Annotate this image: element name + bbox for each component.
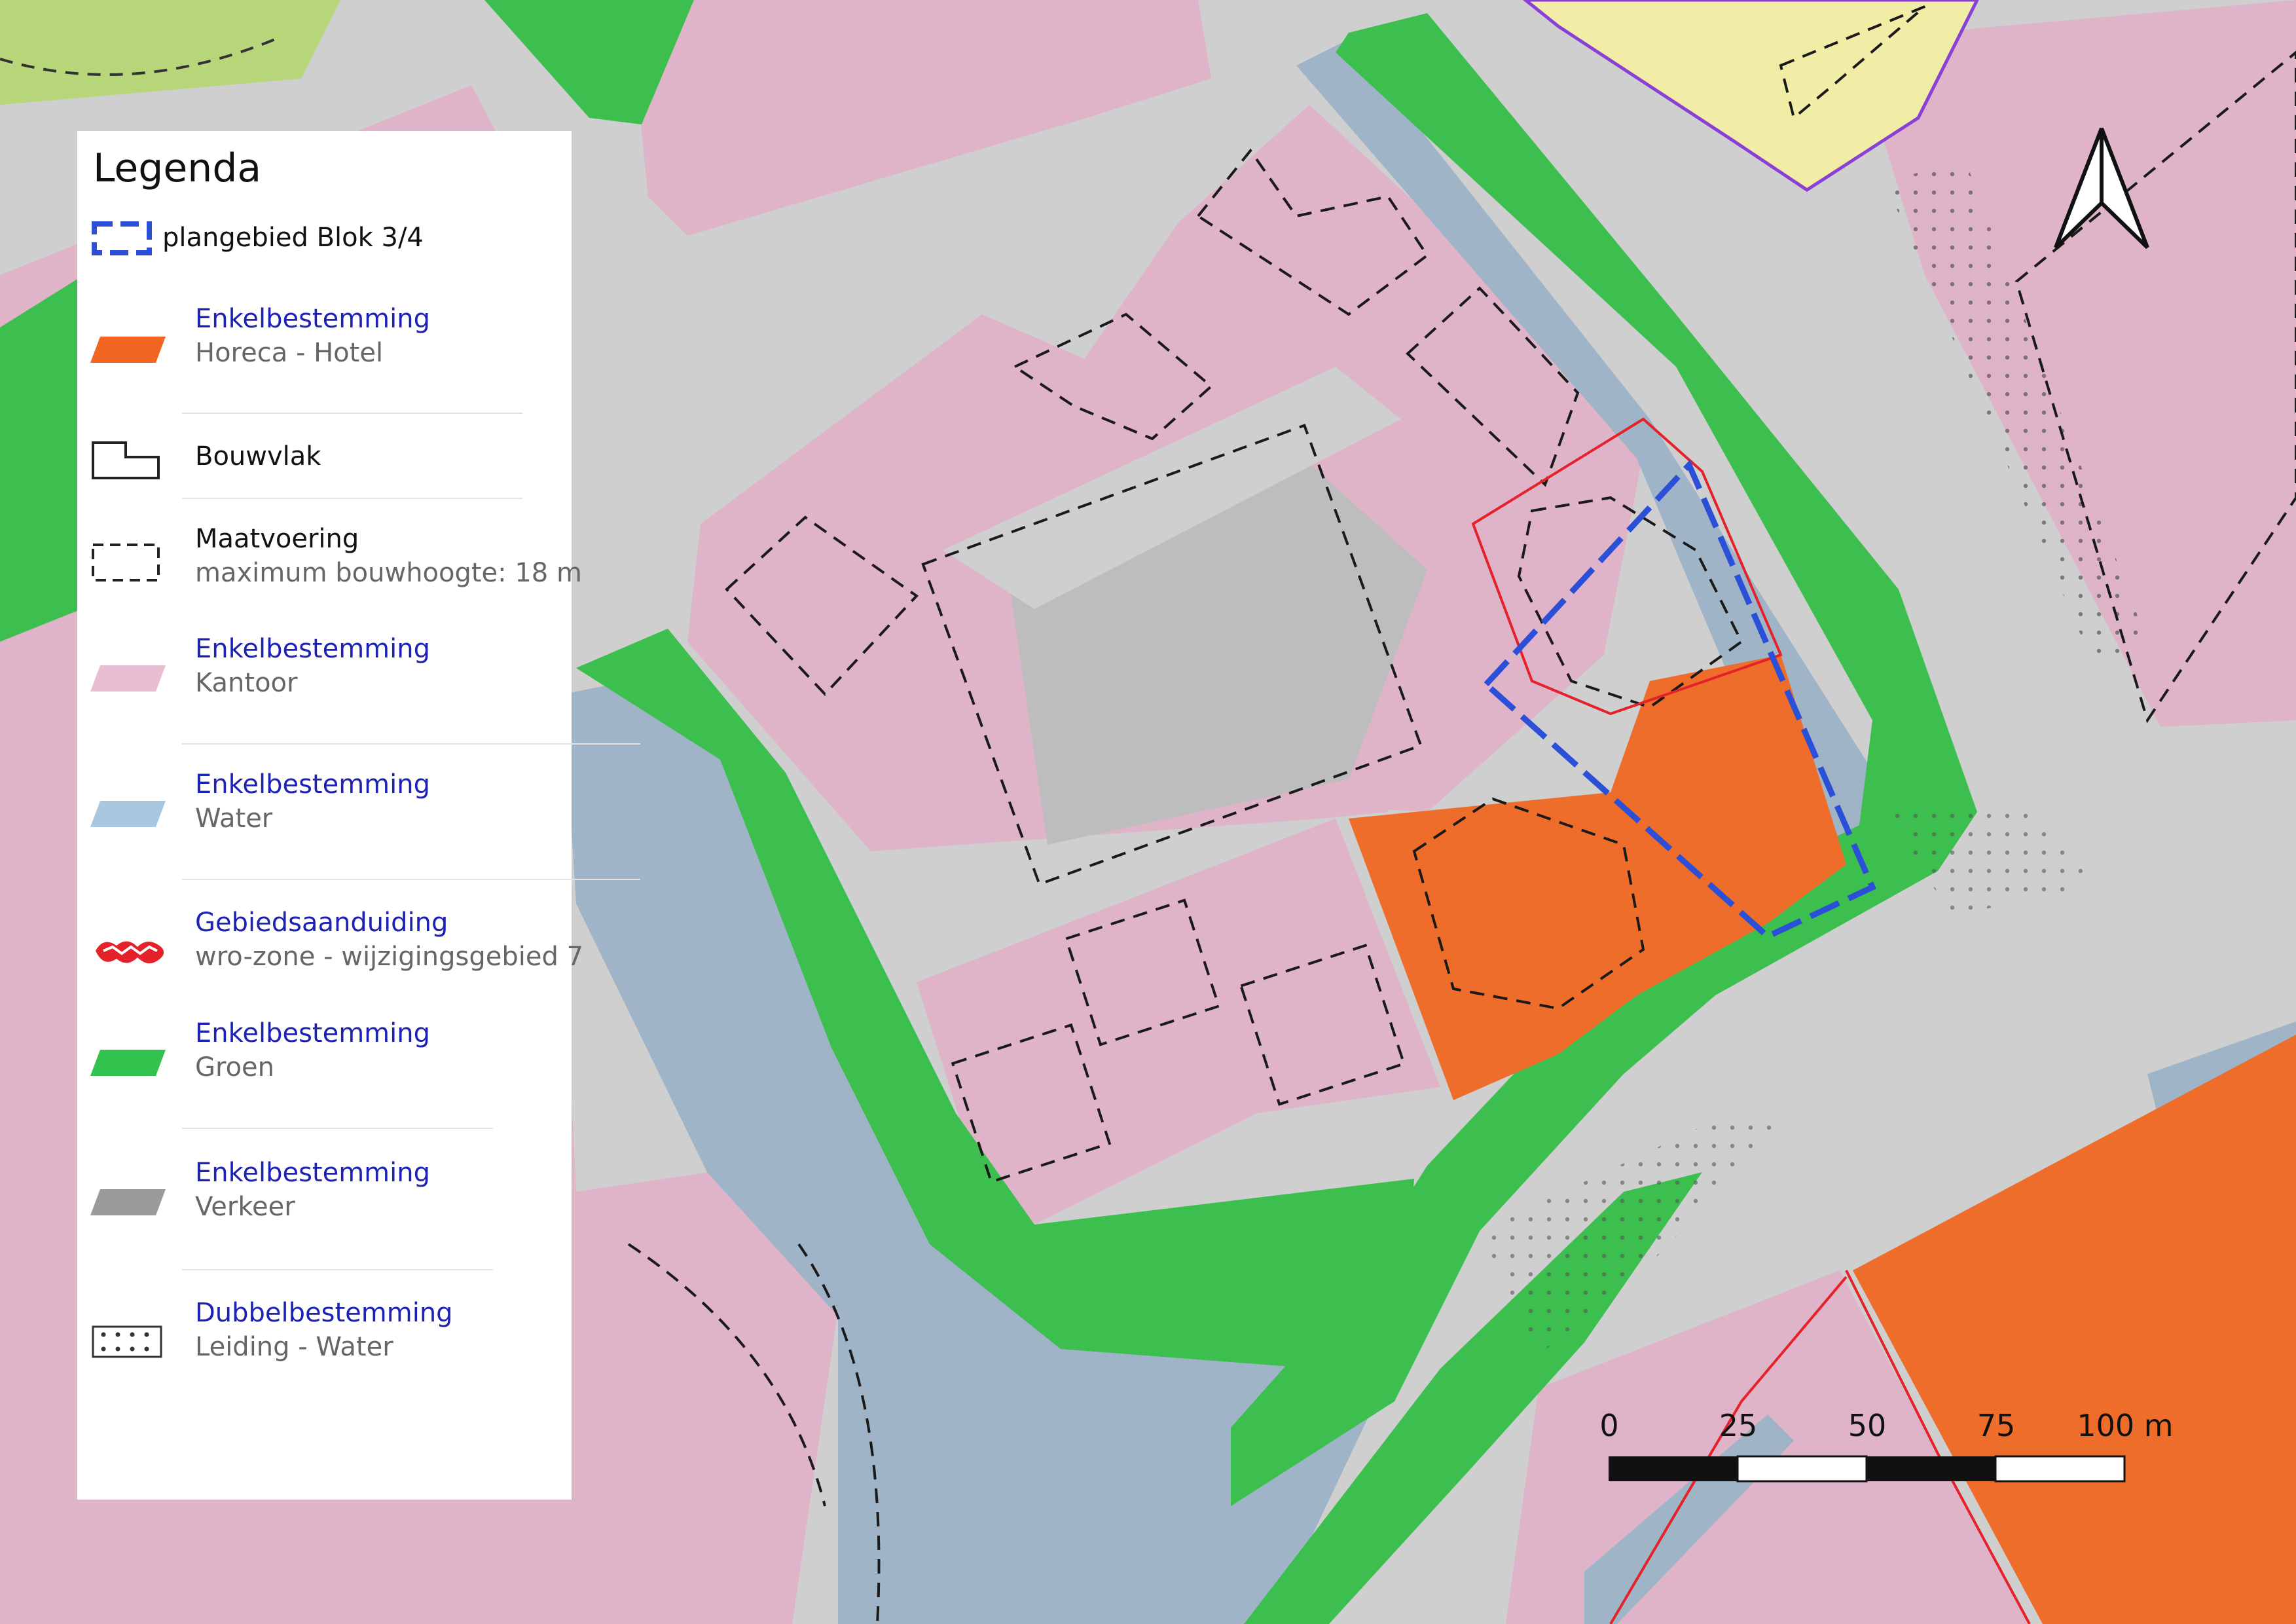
- scale-bar-graphic: [1609, 1455, 2126, 1483]
- scale-label-100: 100 m: [2077, 1408, 2174, 1443]
- scale-label-75: 75: [1977, 1408, 2016, 1443]
- legend-label-kantoor: Kantoor: [195, 668, 298, 698]
- legend-category-maatvoering: Maatvoering: [195, 524, 359, 554]
- groen-swatch-icon: [90, 1050, 166, 1076]
- legend-separator: [182, 1269, 493, 1270]
- legend-category-groen: Enkelbestemming: [195, 1018, 431, 1048]
- legend-label-bouwvlak: Bouwvlak: [195, 441, 321, 471]
- wro-zone-swatch-icon: [96, 941, 164, 964]
- legend-label-plangebied: plangebied Blok 3/4: [162, 223, 424, 253]
- water-swatch-icon: [90, 801, 166, 827]
- maatvoering-icon: [92, 544, 160, 581]
- legend-label-leiding: Leiding - Water: [195, 1332, 393, 1362]
- legend-separator: [182, 498, 522, 499]
- kantoor-swatch-icon: [90, 665, 166, 692]
- legend-panel: Legenda plangebied Blok 3/4 Enkelbestemm…: [77, 131, 640, 1500]
- leiding-swatch-icon: [92, 1325, 162, 1358]
- hotel-swatch-icon: [90, 337, 166, 363]
- plangebied-icon: [92, 221, 152, 255]
- north-arrow-icon: [2049, 124, 2154, 258]
- legend-separator: [182, 1128, 493, 1129]
- legend-separator: [182, 413, 522, 414]
- legend-label-groen: Groen: [195, 1052, 274, 1082]
- legend-category-kantoor: Enkelbestemming: [195, 634, 431, 664]
- legend-label-maatvoering: maximum bouwhoogte: 18 m: [195, 558, 582, 588]
- legend-label-hotel: Horeca - Hotel: [195, 338, 384, 368]
- legend-category-leiding: Dubbelbestemming: [195, 1298, 453, 1328]
- scale-bar: 0 25 50 75 100 m: [1599, 1408, 2174, 1493]
- bouwvlak-icon: [92, 441, 160, 479]
- legend-label-gebiedsaanduiding: wro-zone - wijzigingsgebied 7: [195, 942, 584, 972]
- scale-label-25: 25: [1719, 1408, 1758, 1443]
- legend-category-hotel: Enkelbestemming: [195, 304, 431, 334]
- legend-category-water: Enkelbestemming: [195, 769, 431, 800]
- legend-title: Legenda: [93, 145, 262, 191]
- legend-category-verkeer: Enkelbestemming: [195, 1158, 431, 1188]
- legend-category-gebiedsaanduiding: Gebiedsaanduiding: [195, 908, 448, 938]
- scale-label-0: 0: [1599, 1408, 1619, 1443]
- legend-separator: [182, 743, 640, 745]
- verkeer-swatch-icon: [90, 1189, 166, 1215]
- legend-label-water: Water: [195, 803, 273, 834]
- scale-label-50: 50: [1848, 1408, 1887, 1443]
- legend-label-verkeer: Verkeer: [195, 1192, 295, 1222]
- legend-separator: [182, 879, 640, 880]
